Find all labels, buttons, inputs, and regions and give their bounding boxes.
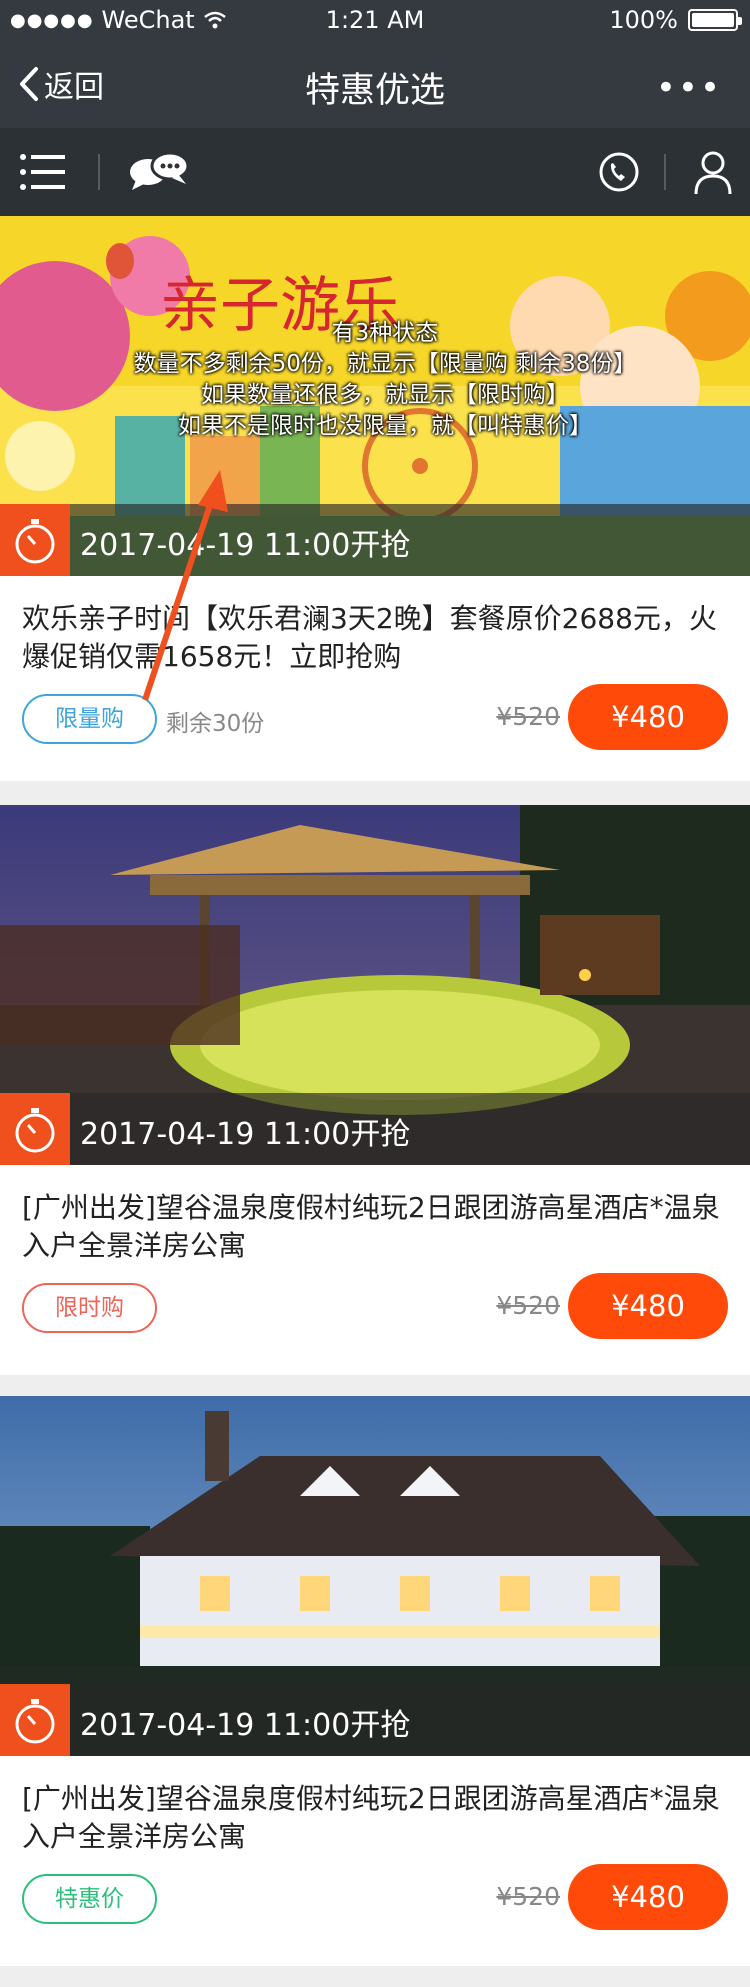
clock-icon [0, 1684, 70, 1756]
annotation-line: 数量不多剩余50份，就显示【限量购 剩余38份】 [133, 351, 637, 377]
more-button[interactable]: ••• [656, 68, 722, 108]
product-card[interactable]: 2017-04-19 11:00开抢 [广州出发]望谷温泉度假村纯玩2日跟团游高… [0, 805, 750, 1375]
buy-price-button[interactable]: ¥480 [568, 684, 728, 750]
tag-limited-time: 限时购 [22, 1283, 157, 1333]
annotation-line: 有3种状态 [331, 320, 439, 346]
product-title[interactable]: [广州出发]望谷温泉度假村纯玩2日跟团游高星酒店*温泉入户全景洋房公寓 [22, 1189, 727, 1265]
sale-time-bar: 2017-04-19 11:00开抢 [0, 504, 750, 576]
toolbar-divider [664, 154, 666, 190]
original-price: ¥520 [496, 1882, 560, 1911]
product-card[interactable]: 2017-04-19 11:00开抢 [广州出发]望谷温泉度假村纯玩2日跟团游高… [0, 1396, 750, 1966]
design-annotation: 有3种状态 数量不多剩余50份，就显示【限量购 剩余38份】 如果数量还很多，就… [100, 318, 670, 442]
navigation-bar: 返回 特惠优选 ••• [0, 40, 750, 128]
sale-time: 2017-04-19 11:00开抢 [80, 1708, 411, 1743]
status-bar: ●●●●● WeChat 1:21 AM 100% [0, 0, 750, 40]
buy-price-button[interactable]: ¥480 [568, 1273, 728, 1339]
user-profile-icon[interactable] [688, 148, 738, 196]
clock-icon [0, 504, 70, 576]
page-title: 特惠优选 [304, 71, 445, 111]
buy-price-button[interactable]: ¥480 [568, 1864, 728, 1930]
menu-list-icon[interactable] [18, 148, 68, 196]
product-title[interactable]: 欢乐亲子时间【欢乐君澜3天2晚】套餐原价2688元，火爆促销仅需1658元！立即… [22, 600, 727, 676]
sale-time-bar: 2017-04-19 11:00开抢 [0, 1093, 750, 1165]
battery-percent: 100% [609, 6, 678, 34]
clock-icon [0, 1093, 70, 1165]
original-price: ¥520 [496, 1291, 560, 1320]
toolbar [0, 128, 750, 216]
annotation-arrow-icon [142, 470, 228, 701]
toolbar-divider [98, 154, 100, 190]
battery-icon [688, 9, 742, 31]
original-price: ¥520 [496, 702, 560, 731]
annotation-line: 如果不是限时也没限量，就【叫特惠价】 [178, 413, 592, 439]
chat-bubbles-icon[interactable] [126, 148, 192, 196]
product-card[interactable]: 亲子游乐 2017-04-19 11:00开抢 欢乐亲子时间【欢乐君澜3天2晚】… [0, 216, 750, 781]
tag-special-price: 特惠价 [22, 1874, 157, 1924]
annotation-line: 如果数量还很多，就显示【限时购】 [201, 382, 569, 408]
sale-time-bar: 2017-04-19 11:00开抢 [0, 1684, 750, 1756]
sale-time: 2017-04-19 11:00开抢 [80, 1117, 411, 1152]
phone-icon[interactable] [594, 148, 644, 196]
product-title[interactable]: [广州出发]望谷温泉度假村纯玩2日跟团游高星酒店*温泉入户全景洋房公寓 [22, 1780, 727, 1856]
